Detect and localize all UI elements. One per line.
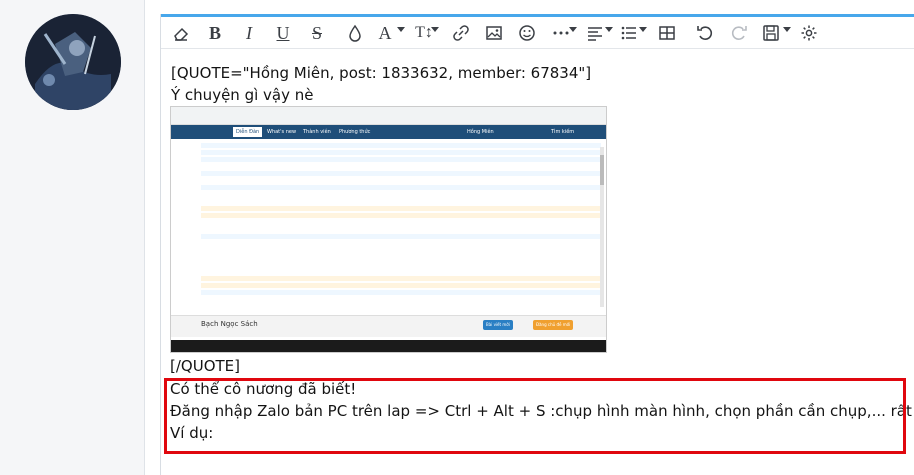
table-icon[interactable]: [655, 21, 679, 45]
forum-nav: Diễn Đàn What's new Thành viên Phương th…: [171, 125, 606, 139]
embedded-screenshot[interactable]: Diễn Đàn What's new Thành viên Phương th…: [170, 106, 607, 353]
nav-user: Hồng Miên: [467, 129, 494, 135]
quote-close-tag: [/QUOTE]: [170, 357, 240, 375]
browser-address-bar: [171, 107, 606, 125]
scrollbar-thumb: [600, 155, 604, 185]
nav-tab: Phương thức: [339, 129, 371, 135]
strikethrough-button[interactable]: S: [305, 21, 329, 45]
chevron-down-icon: [569, 27, 577, 32]
chevron-down-icon: [639, 27, 647, 32]
windows-taskbar: [171, 340, 606, 352]
thread-list: [201, 141, 601, 319]
chevron-down-icon: [431, 27, 439, 32]
avatar-art: [25, 14, 121, 110]
save-draft-icon[interactable]: [759, 21, 783, 45]
new-posts-button: Bài viết mới: [483, 320, 513, 330]
red-highlight-box: [164, 378, 906, 454]
nav-search: Tìm kiếm: [551, 129, 575, 135]
nav-tab: What's new: [267, 129, 297, 135]
new-thread-button: Đăng chủ đề mới: [533, 320, 574, 330]
undo-icon[interactable]: [693, 21, 717, 45]
eraser-icon[interactable]: [169, 21, 193, 45]
nav-tab: Thành viên: [303, 129, 331, 135]
editor-content[interactable]: [QUOTE="Hồng Miên, post: 1833632, member…: [171, 62, 911, 106]
settings-icon[interactable]: [797, 21, 821, 45]
forum-footer: Bạch Ngọc Sách Bài viết mới Đăng chủ đề …: [171, 315, 606, 337]
underline-button[interactable]: U: [271, 21, 295, 45]
link-icon[interactable]: [449, 21, 473, 45]
chevron-down-icon: [397, 27, 405, 32]
post-sidebar: [0, 0, 145, 475]
text-color-icon[interactable]: [343, 21, 367, 45]
image-icon[interactable]: [482, 21, 506, 45]
avatar[interactable]: [25, 14, 121, 110]
chevron-down-icon: [605, 27, 613, 32]
editor-toolbar: B I U S A T↕: [161, 17, 914, 49]
redo-icon[interactable]: [727, 21, 751, 45]
bold-button[interactable]: B: [203, 21, 227, 45]
nav-tab: Diễn Đàn: [233, 127, 263, 137]
emoji-icon[interactable]: [515, 21, 539, 45]
font-size-button[interactable]: T↕: [411, 21, 437, 45]
italic-button[interactable]: I: [237, 21, 261, 45]
quoted-text: Ý chuyện gì vậy nè: [171, 86, 314, 104]
font-family-button[interactable]: A: [373, 21, 397, 45]
align-icon[interactable]: [583, 21, 607, 45]
chevron-down-icon: [783, 27, 791, 32]
quote-open-tag: [QUOTE="Hồng Miên, post: 1833632, member…: [171, 64, 592, 82]
list-icon[interactable]: [617, 21, 641, 45]
forum-title: Bạch Ngọc Sách: [201, 320, 258, 328]
more-icon[interactable]: [547, 21, 575, 45]
